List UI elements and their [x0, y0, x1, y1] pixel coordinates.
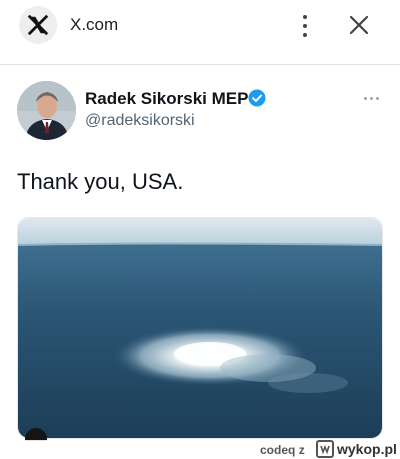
kebab-menu-icon[interactable] [297, 12, 313, 40]
watermark-site: wykop.pl [337, 441, 397, 457]
sea-gas-leak-photo [18, 218, 382, 438]
more-options-icon[interactable] [364, 97, 379, 100]
verified-badge-icon [248, 89, 266, 107]
x-logo-icon[interactable] [19, 6, 57, 44]
author-name[interactable]: Radek Sikorski MEP [85, 89, 248, 109]
browser-topbar: X.com [0, 0, 400, 52]
avatar[interactable] [17, 81, 76, 140]
tweet-card[interactable]: Radek Sikorski MEP @radeksikorski Thank … [0, 64, 400, 459]
wykop-logo-icon [316, 440, 334, 458]
tweet-image[interactable] [17, 217, 383, 439]
watermark-user: codeq z [260, 443, 305, 457]
tweet-text: Thank you, USA. [17, 169, 184, 194]
close-icon[interactable] [346, 12, 372, 38]
site-name: X.com [70, 15, 119, 34]
author-handle[interactable]: @radeksikorski [85, 112, 195, 130]
